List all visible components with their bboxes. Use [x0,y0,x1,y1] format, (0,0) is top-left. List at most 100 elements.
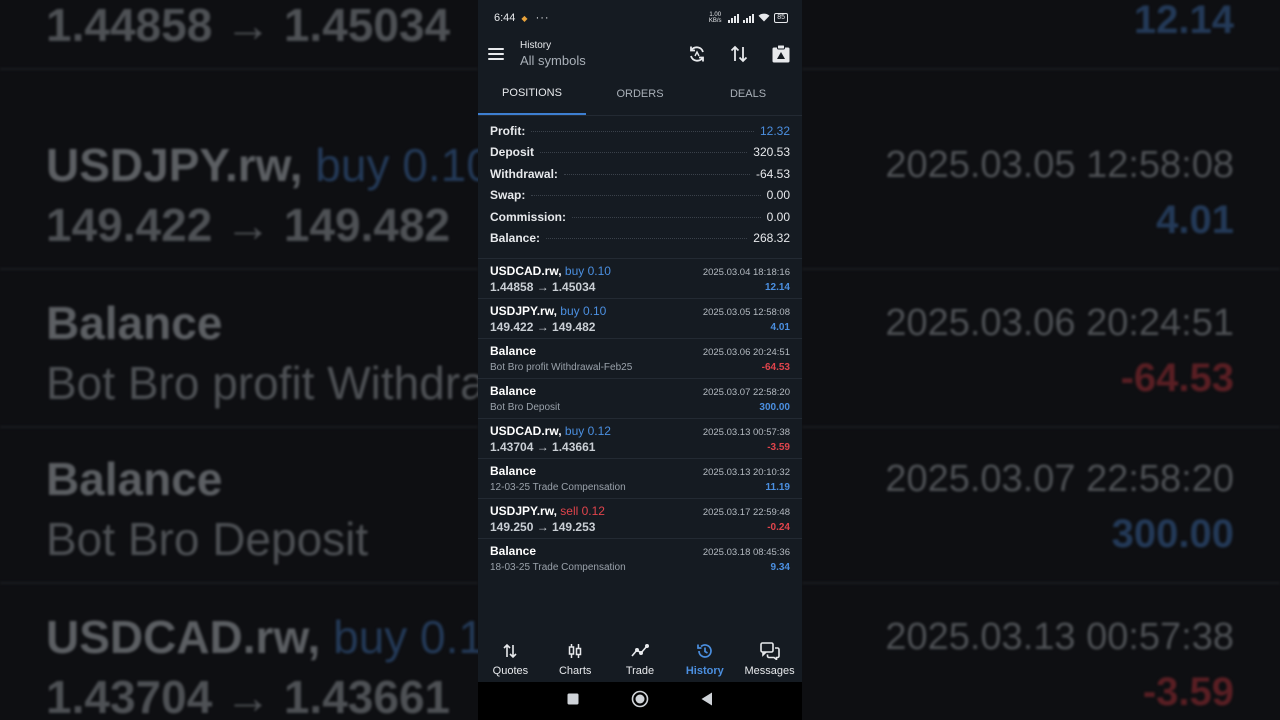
summary-swap: Swap: 0.00 [490,188,790,209]
net-speed: 1.00 KB/s [708,12,722,24]
nav-label: Trade [625,665,655,677]
nav-label: Charts [558,665,592,677]
nav-charts[interactable]: Charts [543,636,608,682]
list-item[interactable]: USDCAD.rw, buy 0.10 1.44858 → 1.45034 20… [478,258,802,298]
title-block[interactable]: History All symbols [520,40,666,68]
summary-label: Deposit [490,145,535,160]
deal-symbol: USDCAD.rw, [490,264,562,279]
messages-icon [759,642,781,660]
deal-comment: 18-03-25 Trade Compensation [490,562,626,574]
deal-symbol: Balance [490,544,537,559]
deal-amount: 12.14 [764,282,790,294]
deal-prices: 1.43704 → 1.43661 [490,440,596,455]
refresh-period-icon[interactable] [686,43,708,65]
summary-label: Withdrawal: [490,166,558,181]
list-item[interactable]: Balance Bot Bro Deposit 2025.03.07 22:58… [478,378,802,418]
deal-date: 2025.03.06 20:24:51 [702,347,790,359]
deal-symbol: USDJPY.rw, [490,304,557,319]
quotes-icon [499,642,521,660]
list-item[interactable]: USDJPY.rw, sell 0.12 149.250 → 149.253 2… [478,498,802,538]
list-item[interactable]: Balance 18-03-25 Trade Compensation 2025… [478,538,802,578]
bg-row: 2025.03.05 12:58:08 4.01 [802,114,1280,270]
list-item[interactable]: USDCAD.rw, buy 0.12 1.43704 → 1.43661 20… [478,418,802,458]
summary-value: -64.53 [755,166,790,181]
list-item[interactable]: USDJPY.rw, buy 0.10 149.422 → 149.482 20… [478,298,802,338]
deal-direction: buy 0.10 [564,264,611,279]
deal-amount: -64.53 [761,362,790,374]
notification-icon: ◆ [521,13,528,23]
app-bar: History All symbols [478,36,802,72]
page-title: History [520,40,552,51]
deal-comment: Bot Bro profit Withdrawal-Feb25 [490,362,633,374]
summary-value: 268.32 [753,230,790,245]
deal-prices: 149.422 → 149.482 [490,320,596,335]
deal-date: 2025.03.13 00:57:38 [702,427,790,439]
nav-label: Quotes [492,665,529,677]
summary-deposit: Deposit 320.53 [490,145,790,166]
nav-label: Messages [744,665,795,677]
deal-list: USDCAD.rw, buy 0.10 1.44858 → 1.45034 20… [478,258,802,578]
deal-date: 2025.03.07 22:58:20 [702,387,790,399]
history-icon [694,642,716,660]
more-notifications-icon: ··· [535,12,550,24]
summary-value: 0.00 [766,209,790,224]
blurred-background-left: USDCAD.rw, buy 0.10 1.44858 → 1.45034 US… [0,0,478,720]
back-button[interactable] [701,692,713,711]
list-item[interactable]: Balance Bot Bro profit Withdrawal-Feb25 … [478,338,802,378]
system-navigation-bar [478,682,802,720]
bg-row: USDJPY.rw, buy 0.10 149.422 → 149.482 [0,114,478,270]
wifi-icon [758,13,770,24]
bg-row: 2025.03.07 22:58:20 300.00 [802,428,1280,584]
home-button[interactable] [631,690,649,713]
deal-date: 2025.03.17 22:59:48 [702,507,790,519]
tab-bar: POSITIONS ORDERS DEALS [478,72,802,116]
bottom-navigation: Quotes Charts Trade History Messages [478,636,802,682]
blurred-background-right: 2025.03.04 18:18:16 12.14 2025.03.05 12:… [802,0,1280,720]
list-item[interactable]: Balance 12-03-25 Trade Compensation 2025… [478,458,802,498]
sort-icon[interactable] [728,43,750,65]
status-bar: 6:44 ◆ ··· 1.00 KB/s 85 [478,0,802,36]
deal-date: 2025.03.05 12:58:08 [702,307,790,319]
summary-label: Swap: [490,188,526,203]
summary-profit: Profit: 12.32 [490,124,790,145]
deal-symbol: Balance [490,384,537,399]
summary-label: Commission: [490,209,567,224]
charts-icon [564,642,586,660]
bg-row: USDCAD.rw, buy 0.10 1.44858 → 1.45034 [0,0,478,70]
menu-icon[interactable] [488,48,504,60]
nav-quotes[interactable]: Quotes [478,636,543,682]
deal-date: 2025.03.04 18:18:16 [702,267,790,279]
summary-value: 0.00 [766,188,790,203]
symbol-filter[interactable]: All symbols [520,53,666,68]
phone-screen: 6:44 ◆ ··· 1.00 KB/s 85 History All symb… [478,0,802,720]
bg-row: USDCAD.rw, buy 0.12 1.43704 → 1.43661 [0,586,478,720]
deal-date: 2025.03.13 20:10:32 [702,467,790,479]
nav-trade[interactable]: Trade [608,636,673,682]
tab-deals[interactable]: DEALS [694,72,802,115]
report-icon[interactable] [770,43,792,65]
summary-label: Profit: [490,124,526,138]
deal-prices: 1.44858 → 1.45034 [490,280,596,295]
clock: 6:44 [494,12,516,24]
deal-symbol: Balance [490,464,537,479]
tab-orders[interactable]: ORDERS [586,72,694,115]
nav-history[interactable]: History [672,636,737,682]
deal-amount: 300.00 [759,402,790,414]
deal-comment: Bot Bro Deposit [490,402,561,414]
summary-label: Balance: [490,230,541,245]
bg-row: Balance Bot Bro profit Withdrawal-Feb25 [0,272,478,428]
bg-row: 2025.03.06 20:24:51 -64.53 [802,272,1280,428]
deal-symbol: USDJPY.rw, [490,504,557,519]
recent-apps-button[interactable] [567,692,579,710]
deal-symbol: Balance [490,344,537,359]
deal-prices: 149.250 → 149.253 [490,520,596,535]
nav-label: History [685,665,724,677]
summary-withdrawal: Withdrawal: -64.53 [490,167,790,188]
bg-row: 2025.03.13 00:57:38 -3.59 [802,586,1280,720]
tab-positions[interactable]: POSITIONS [478,72,586,115]
deal-comment: 12-03-25 Trade Compensation [490,482,626,494]
summary-value: 12.32 [759,124,790,138]
summary-value: 320.53 [753,145,790,160]
nav-messages[interactable]: Messages [737,636,802,682]
deal-date: 2025.03.18 08:45:36 [702,547,790,559]
